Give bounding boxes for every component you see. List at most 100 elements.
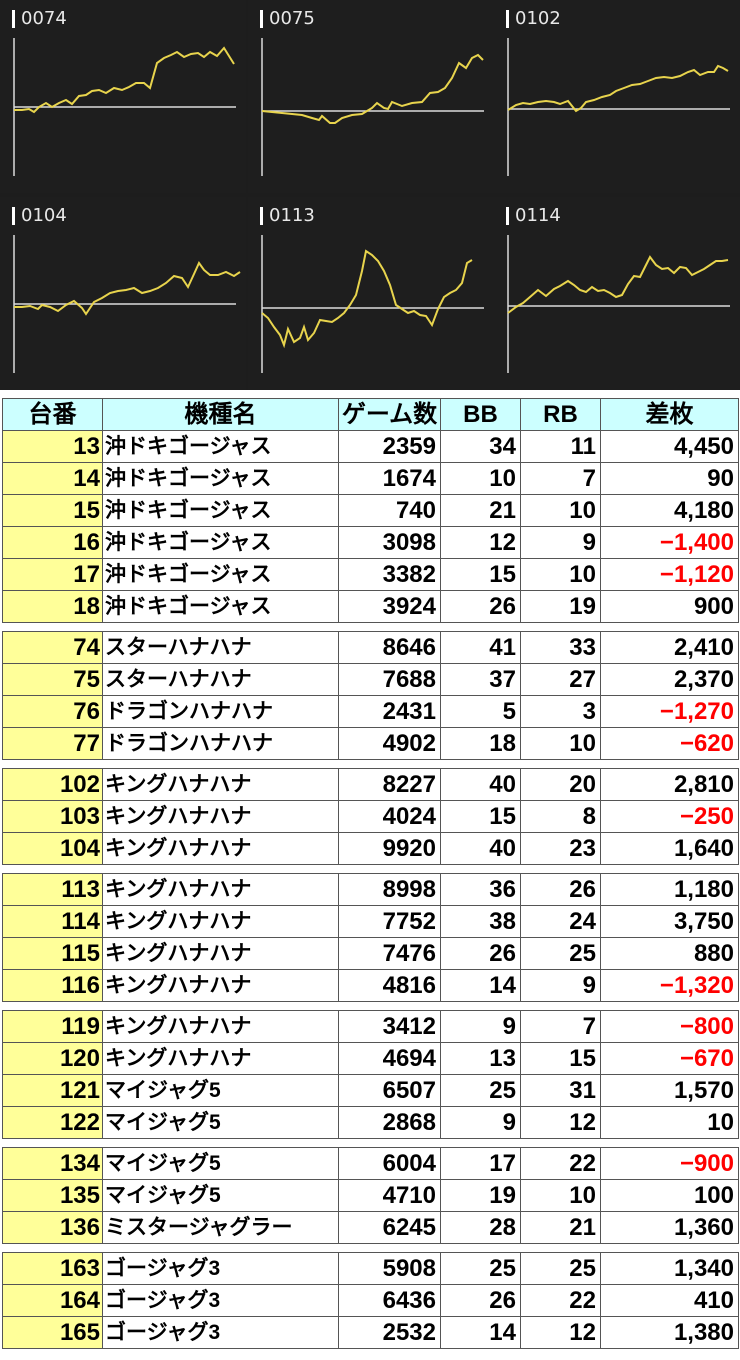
machine-number-cell: 77 xyxy=(2,727,103,760)
table-row: 115 キングハナハナ 7476 26 25 880 xyxy=(2,937,739,970)
coin-diff-cell: 2,810 xyxy=(600,768,739,801)
rb-count-cell: 22 xyxy=(520,1147,601,1180)
separator-cell xyxy=(600,864,739,874)
game-count-cell: 7688 xyxy=(338,663,441,696)
bb-count-cell: 36 xyxy=(440,873,521,906)
model-name-cell: マイジャグ5 xyxy=(102,1106,339,1139)
game-count-cell: 3412 xyxy=(338,1010,441,1043)
table-row: 136 ミスタージャグラー 6245 28 21 1,360 xyxy=(2,1211,739,1244)
machine-number-cell: 165 xyxy=(2,1316,103,1349)
bb-count-cell: 13 xyxy=(440,1042,521,1075)
bb-count-cell: 10 xyxy=(440,462,521,495)
coin-diff-line xyxy=(261,53,484,124)
machine-number-cell: 122 xyxy=(2,1106,103,1139)
group-separator xyxy=(2,1243,739,1253)
separator-cell xyxy=(520,759,601,769)
group-separator xyxy=(2,1001,739,1011)
machine-number-cell: 104 xyxy=(2,832,103,865)
separator-cell xyxy=(338,759,441,769)
table-row: 75 スターハナハナ 7688 37 27 2,370 xyxy=(2,663,739,696)
coin-diff-cell: 90 xyxy=(600,462,739,495)
game-count-cell: 2868 xyxy=(338,1106,441,1139)
rb-count-cell: 8 xyxy=(520,800,601,833)
separator-cell xyxy=(338,1001,441,1011)
machine-number-cell: 115 xyxy=(2,937,103,970)
model-name-cell: キングハナハナ xyxy=(102,768,339,801)
coin-diff-cell: −1,400 xyxy=(600,526,739,559)
bb-count-cell: 25 xyxy=(440,1074,521,1107)
graph-panel-0102: 0102 xyxy=(494,0,740,193)
separator-cell xyxy=(102,1243,339,1253)
model-name-cell: キングハナハナ xyxy=(102,800,339,833)
rb-count-cell: 21 xyxy=(520,1211,601,1244)
rb-count-cell: 10 xyxy=(520,727,601,760)
bb-count-cell: 9 xyxy=(440,1106,521,1139)
rb-count-cell: 25 xyxy=(520,1252,601,1285)
table-row: 135 マイジャグ5 4710 19 10 100 xyxy=(2,1179,739,1212)
header-coin-diff: 差枚 xyxy=(600,398,739,431)
coin-diff-cell: −1,320 xyxy=(600,969,739,1002)
game-count-cell: 3098 xyxy=(338,526,441,559)
game-count-cell: 8646 xyxy=(338,631,441,664)
table-row: 74 スターハナハナ 8646 41 33 2,410 xyxy=(2,631,739,664)
separator-cell xyxy=(520,622,601,632)
machine-number-cell: 113 xyxy=(2,873,103,906)
bb-count-cell: 18 xyxy=(440,727,521,760)
table-row: 165 ゴージャグ3 2532 14 12 1,380 xyxy=(2,1316,739,1349)
rb-count-cell: 7 xyxy=(520,462,601,495)
machine-number-cell: 163 xyxy=(2,1252,103,1285)
coin-diff-cell: 410 xyxy=(600,1284,739,1317)
graph-panel-0074: 0074 xyxy=(0,0,246,193)
bb-count-cell: 37 xyxy=(440,663,521,696)
bb-count-cell: 28 xyxy=(440,1211,521,1244)
coin-diff-cell: 900 xyxy=(600,590,739,623)
rb-count-cell: 10 xyxy=(520,1179,601,1212)
coin-diff-line xyxy=(507,255,729,314)
game-count-cell: 2431 xyxy=(338,695,441,728)
bb-count-cell: 19 xyxy=(440,1179,521,1212)
coin-diff-cell: 880 xyxy=(600,937,739,970)
game-count-cell: 6436 xyxy=(338,1284,441,1317)
rb-count-cell: 24 xyxy=(520,905,601,938)
rb-count-cell: 15 xyxy=(520,1042,601,1075)
model-name-cell: キングハナハナ xyxy=(102,1042,339,1075)
separator-cell xyxy=(338,1243,441,1253)
separator-cell xyxy=(520,1001,601,1011)
separator-cell xyxy=(338,1138,441,1148)
rb-count-cell: 33 xyxy=(520,631,601,664)
bb-count-cell: 25 xyxy=(440,1252,521,1285)
rb-count-cell: 10 xyxy=(520,494,601,527)
table-row: 122 マイジャグ5 2868 9 12 10 xyxy=(2,1106,739,1139)
game-count-cell: 7476 xyxy=(338,937,441,970)
separator-cell xyxy=(440,622,521,632)
coin-diff-cell: 1,340 xyxy=(600,1252,739,1285)
game-count-cell: 2359 xyxy=(338,430,441,463)
separator-cell xyxy=(440,759,521,769)
coin-diff-cell: −250 xyxy=(600,800,739,833)
separator-cell xyxy=(440,1001,521,1011)
bb-count-cell: 26 xyxy=(440,937,521,970)
table-row: 163 ゴージャグ3 5908 25 25 1,340 xyxy=(2,1252,739,1285)
rb-count-cell: 12 xyxy=(520,1316,601,1349)
rb-count-cell: 31 xyxy=(520,1074,601,1107)
table-row: 14 沖ドキゴージャス 1674 10 7 90 xyxy=(2,462,739,495)
model-name-cell: キングハナハナ xyxy=(102,937,339,970)
game-count-cell: 6245 xyxy=(338,1211,441,1244)
model-name-cell: マイジャグ5 xyxy=(102,1074,339,1107)
game-count-cell: 3924 xyxy=(338,590,441,623)
separator-cell xyxy=(440,1243,521,1253)
table-row: 119 キングハナハナ 3412 9 7 −800 xyxy=(2,1010,739,1043)
graph-svg xyxy=(507,235,730,373)
game-count-cell: 6004 xyxy=(338,1147,441,1180)
table-row: 114 キングハナハナ 7752 38 24 3,750 xyxy=(2,905,739,938)
machine-number-cell: 135 xyxy=(2,1179,103,1212)
coin-diff-cell: 2,370 xyxy=(600,663,739,696)
table-row: 15 沖ドキゴージャス 740 21 10 4,180 xyxy=(2,494,739,527)
table-row: 102 キングハナハナ 8227 40 20 2,810 xyxy=(2,768,739,801)
machine-number-cell: 74 xyxy=(2,631,103,664)
game-count-cell: 4694 xyxy=(338,1042,441,1075)
coin-diff-cell: 1,570 xyxy=(600,1074,739,1107)
coin-diff-cell: 10 xyxy=(600,1106,739,1139)
header-machine-number: 台番 xyxy=(2,398,103,431)
coin-diff-line xyxy=(507,64,729,113)
